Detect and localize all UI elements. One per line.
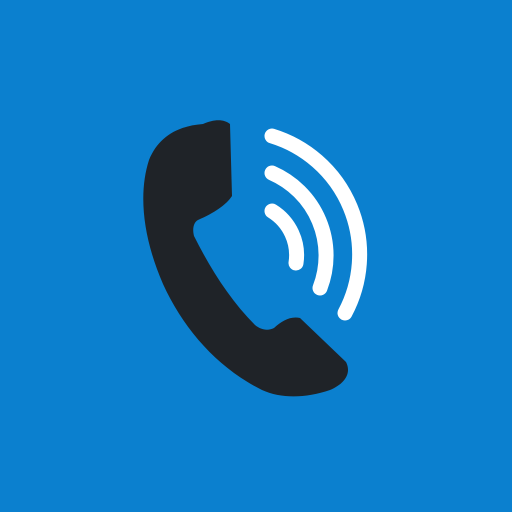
- sound-waves: [264, 128, 368, 321]
- phone-app-icon[interactable]: [0, 0, 512, 512]
- phone-call-icon: [143, 120, 368, 397]
- sound-wave-medium: [264, 165, 334, 296]
- sound-wave-small: [264, 203, 305, 271]
